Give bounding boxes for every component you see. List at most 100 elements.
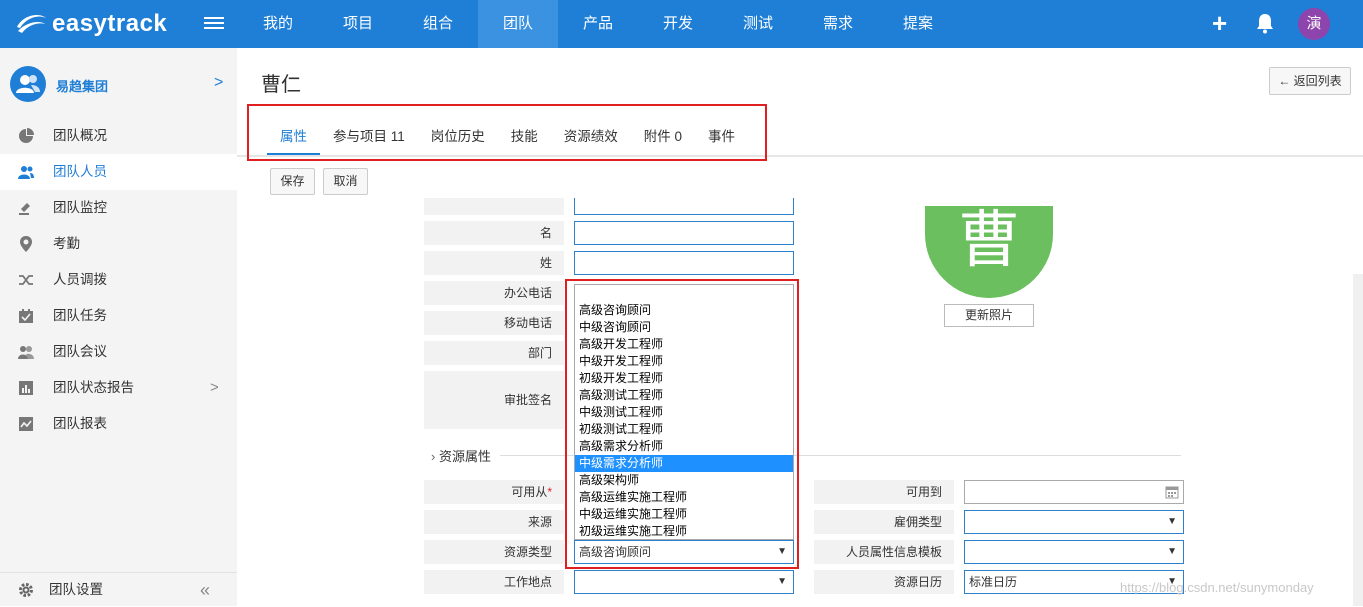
attr-template-select[interactable]: ▼ [964,540,1184,564]
pie-chart-icon [19,128,34,143]
chevron-right-icon: › [431,449,436,464]
first-name-field[interactable] [574,221,794,245]
form-label: 审批签名 [424,371,564,429]
employment-type-select[interactable]: ▼ [964,510,1184,534]
form-label: 名 [424,221,564,245]
sidebar-item-label: 团队状态报告 [53,380,134,395]
nav-item-mine[interactable]: 我的 [238,0,318,48]
watermark: https://blog.csdn.net/sunymonday [1120,580,1314,595]
logo[interactable]: easytrack [14,8,167,40]
form-label: 人员属性信息模板 [814,540,954,564]
bar-chart-icon [19,381,33,395]
sidebar: 易趋集团 > 团队概况 团队人员 团队监控 考勤 人员调拨 团队任务 团队会议 … [0,48,237,606]
label-text: 可用从 [511,485,548,499]
org-avatar [10,66,46,102]
sidebar-item-label: 团队监控 [53,200,107,215]
save-button[interactable]: 保存 [270,168,315,195]
back-to-list-button[interactable]: ← 返回列表 [1269,67,1351,95]
form-label: 可用到 [814,480,954,504]
sidebar-item-label: 团队人员 [53,164,107,179]
arrow-left-icon: ← [1278,74,1291,88]
sidebar-item-meetings[interactable]: 团队会议 [0,334,237,370]
nav-item-product[interactable]: 产品 [558,0,638,48]
location-pin-icon [20,236,32,252]
update-photo-button[interactable]: 更新照片 [944,304,1034,327]
form-label: 姓 [424,251,564,275]
form-label: 雇佣类型 [814,510,954,534]
meeting-icon [18,346,34,359]
users-icon [18,166,34,179]
shuffle-icon [19,275,33,285]
avatar: 曹 [925,206,1053,298]
team-icon [16,75,40,93]
caret-down-icon: ▼ [777,576,787,587]
menu-toggle-icon[interactable] [204,14,224,34]
page-title: 曹仁 [261,74,301,96]
report-icon [19,417,33,431]
form-label: 资源类型 [424,540,564,564]
gavel-icon [19,203,30,215]
sidebar-item-transfer[interactable]: 人员调拨 [0,262,237,298]
add-icon[interactable]: + [1212,10,1227,36]
sidebar-item-label: 人员调拨 [53,272,107,287]
required-marker: * [547,485,552,499]
main-nav: 我的 项目 组合 团队 产品 开发 测试 需求 提案 [238,0,958,48]
form-label: 来源 [424,510,564,534]
form-label: 部门 [424,341,564,365]
scrollbar[interactable] [1353,274,1363,606]
sidebar-item-reports[interactable]: 团队报表 [0,406,237,442]
org-name: 易趋集团 [56,79,109,94]
nav-item-team[interactable]: 团队 [478,0,558,48]
form-label: 移动电话 [424,311,564,335]
sidebar-item-overview[interactable]: 团队概况 [0,118,237,154]
sidebar-item-label: 团队报表 [53,416,107,431]
nav-item-test[interactable]: 测试 [718,0,798,48]
caret-down-icon: ▼ [1167,516,1177,527]
calendar-icon[interactable] [1165,485,1179,499]
top-bar: easytrack 我的 项目 组合 团队 产品 开发 测试 需求 提案 + 演 [0,0,1363,48]
sidebar-item-label: 团队任务 [53,308,107,323]
caret-down-icon: ▼ [1167,546,1177,557]
work-location-select[interactable]: ▼ [574,570,794,594]
logo-icon [17,15,46,33]
available-to-field[interactable] [964,480,1184,504]
dropdown-highlight-box [565,279,799,569]
sidebar-item-monitor[interactable]: 团队监控 [0,190,237,226]
sidebar-item-label: 团队概况 [53,128,107,143]
sidebar-item-attendance[interactable]: 考勤 [0,226,237,262]
form-label: 资源日历 [814,570,954,594]
form-label: 可用从* [424,480,564,504]
cancel-button[interactable]: 取消 [323,168,368,195]
field-partial[interactable] [574,198,794,215]
bell-icon[interactable] [1255,12,1275,34]
resource-calendar-value: 标准日历 [969,575,1018,589]
user-avatar[interactable]: 演 [1298,8,1330,40]
nav-item-portfolio[interactable]: 组合 [398,0,478,48]
sidebar-item-status-report[interactable]: 团队状态报告 > [0,370,237,406]
form-label: 工作地点 [424,570,564,594]
nav-item-proposals[interactable]: 提案 [878,0,958,48]
form-label-partial [424,198,564,215]
sidebar-item-label: 考勤 [53,236,80,251]
back-label: 返回列表 [1293,74,1342,88]
main-content: 曹仁 ← 返回列表 属性 参与项目 11 岗位历史 技能 资源绩效 附件 0 事… [237,48,1363,606]
brand-name: easytrack [52,10,168,37]
form-label: 办公电话 [424,281,564,305]
tabs-highlight-box [247,104,767,161]
gear-icon [19,583,33,597]
sidebar-item-tasks[interactable]: 团队任务 [0,298,237,334]
collapse-sidebar-icon[interactable]: « [200,573,210,607]
settings-label: 团队设置 [49,582,103,597]
section-header[interactable]: › 资源属性 [431,446,491,465]
calendar-check-icon [19,309,33,323]
org-selector[interactable]: 易趋集团 > [10,64,230,104]
nav-item-dev[interactable]: 开发 [638,0,718,48]
team-settings[interactable]: 团队设置 « [0,572,237,606]
sidebar-item-members[interactable]: 团队人员 [0,154,237,190]
section-title: 资源属性 [438,449,491,464]
nav-item-projects[interactable]: 项目 [318,0,398,48]
nav-item-requirements[interactable]: 需求 [798,0,878,48]
last-name-field[interactable] [574,251,794,275]
chevron-right-icon: > [214,74,224,91]
sidebar-item-label: 团队会议 [53,344,107,359]
